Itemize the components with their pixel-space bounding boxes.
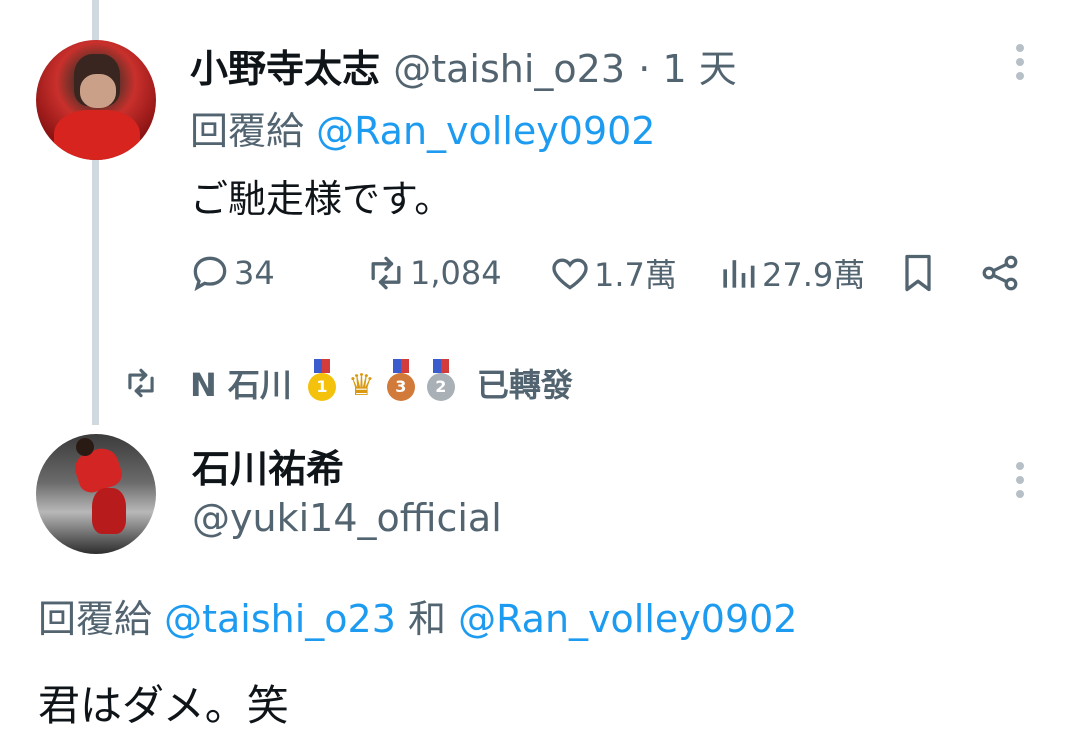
- views-button[interactable]: 27.9萬: [716, 250, 865, 296]
- retweet-banner-icon: [128, 368, 154, 398]
- tweet2-handle[interactable]: @yuki14_official: [192, 496, 502, 540]
- avatar-player-legs: [92, 488, 126, 534]
- tweet1-reply-context: 回覆給 @Ran_volley0902: [190, 100, 655, 155]
- retweeted-label: 已轉發: [476, 366, 573, 404]
- heart-icon: [552, 258, 588, 290]
- like-count: 1.7萬: [594, 256, 677, 294]
- views-count: 27.9萬: [762, 256, 866, 294]
- tweet1-time[interactable]: · 1 天: [638, 47, 736, 91]
- tweet1-author[interactable]: 小野寺太志 @taishi_o23 · 1 天: [190, 38, 737, 93]
- reply-icon: [193, 256, 227, 292]
- avatar-player-head: [76, 438, 94, 456]
- gold-medal-icon: 1: [307, 359, 336, 401]
- analytics-bars-icon: [723, 260, 755, 288]
- tweet2-text: 君はダメ。笑: [38, 681, 289, 730]
- silver-medal-icon: 2: [426, 359, 455, 401]
- tweet1-more-options-icon[interactable]: [1016, 44, 1024, 86]
- retweeter-name[interactable]: N 石川: [190, 360, 292, 406]
- tweet1-display-name[interactable]: 小野寺太志: [190, 47, 380, 91]
- bookmark-icon: [905, 254, 931, 292]
- bookmark-button[interactable]: [896, 250, 940, 296]
- tweet1-text: ご馳走様です。: [190, 177, 453, 221]
- tweet1-reply-to-link[interactable]: @Ran_volley0902: [316, 109, 655, 153]
- reply-count: 34: [234, 254, 275, 292]
- avatar-yuki[interactable]: [36, 434, 156, 554]
- tweet2-reply-context: 回覆給 @taishi_o23 和 @Ran_volley0902: [38, 588, 797, 643]
- tweet2-reply-prefix: 回覆給: [38, 597, 153, 641]
- like-button[interactable]: 1.7萬: [548, 250, 677, 296]
- tweet2-reply-to-link-2[interactable]: @Ran_volley0902: [458, 597, 797, 641]
- share-icon: [982, 255, 1018, 291]
- tweet2-display-name[interactable]: 石川祐希: [192, 438, 344, 493]
- bronze-medal-icon: 3: [386, 359, 415, 401]
- tweet2-reply-to-link-1[interactable]: @taishi_o23: [164, 597, 396, 641]
- tweet2-reply-conjunction: 和: [408, 597, 447, 641]
- tweet1-reply-prefix: 回覆給: [190, 109, 305, 153]
- retweet-banner[interactable]: N 石川 1 ♛ 3 2 已轉發: [122, 359, 573, 406]
- tweet1-handle[interactable]: @taishi_o23: [393, 47, 625, 91]
- retweet-icon: [371, 256, 401, 290]
- avatar-face: [80, 74, 116, 108]
- trophy-icon: ♛: [347, 367, 375, 403]
- retweet-button[interactable]: 1,084: [364, 250, 502, 296]
- share-button[interactable]: [978, 250, 1022, 296]
- reply-button[interactable]: 34: [188, 250, 275, 296]
- avatar-jersey: [54, 110, 140, 160]
- tweet2-more-options-icon[interactable]: [1016, 462, 1024, 504]
- retweet-count: 1,084: [410, 254, 502, 292]
- avatar-taishi[interactable]: [36, 40, 156, 160]
